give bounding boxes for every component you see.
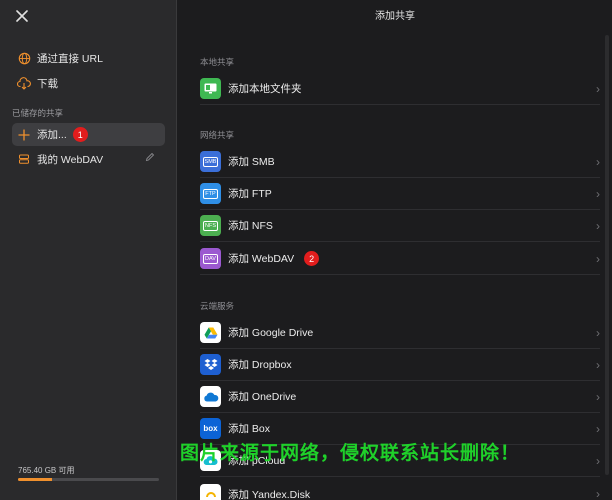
scrollbar[interactable] <box>605 35 609 475</box>
sidebar-item-webdav[interactable]: 我的 WebDAV <box>12 148 165 170</box>
storage-text: 765.40 GB 可用 <box>18 466 75 475</box>
sidebar-item-downloads[interactable]: 下载 <box>12 72 165 94</box>
row-label: 添加 WebDAV <box>228 253 295 265</box>
chevron-right-icon: › <box>596 82 600 96</box>
step-badge: 2 <box>304 251 320 266</box>
chevron-right-icon: › <box>596 155 600 169</box>
row-label: 添加本地文件夹 <box>228 83 302 95</box>
close-icon <box>16 10 28 22</box>
google-drive-icon <box>200 322 221 343</box>
section-network-heading: 网络共享 <box>200 130 235 140</box>
row-add-yandex-disk[interactable]: 添加 Yandex.Disk › <box>200 478 600 500</box>
storage-bar <box>18 478 159 481</box>
chevron-right-icon: › <box>596 252 600 266</box>
row-label: 添加 FTP <box>228 188 272 200</box>
row-label: 添加 Box <box>228 423 271 435</box>
ftp-icon: FTP <box>200 183 221 204</box>
row-add-nfs[interactable]: NFS 添加 NFS › <box>200 210 600 242</box>
row-label: 添加 NFS <box>228 220 273 232</box>
dropbox-icon <box>200 354 221 375</box>
chevron-right-icon: › <box>596 187 600 201</box>
main-panel: 添加共享 本地共享 添加本地文件夹 › 网络共享 SMB 添加 SMB › FT… <box>178 0 612 500</box>
server-icon <box>17 152 31 166</box>
smb-icon: SMB <box>200 151 221 172</box>
step-badge: 1 <box>72 127 88 142</box>
chevron-right-icon: › <box>596 326 600 340</box>
saved-shares-heading: 已储存的共享 <box>12 108 64 118</box>
page-title: 添加共享 <box>375 11 415 22</box>
watermark-text: 图片来源于网络，侵权联系站长删除！ <box>180 443 521 464</box>
globe-icon <box>17 51 31 65</box>
webdav-icon: DAV <box>200 248 221 269</box>
plus-icon <box>17 128 31 142</box>
chevron-right-icon: › <box>596 487 600 500</box>
cloud-download-icon <box>17 76 31 90</box>
row-label: 添加 Dropbox <box>228 359 292 371</box>
sidebar-item-label: 我的 WebDAV <box>37 153 104 166</box>
box-icon: box <box>200 418 221 439</box>
nfs-icon: NFS <box>200 215 221 236</box>
edit-icon[interactable] <box>145 152 157 164</box>
sidebar-item-label: 通过直接 URL <box>37 52 103 65</box>
onedrive-icon <box>200 386 221 407</box>
section-cloud-heading: 云端服务 <box>200 301 235 311</box>
chevron-right-icon: › <box>596 219 600 233</box>
sidebar-item-add[interactable]: 添加... 1 <box>12 123 165 146</box>
row-label: 添加 Google Drive <box>228 327 314 339</box>
row-add-dropbox[interactable]: 添加 Dropbox › <box>200 349 600 381</box>
row-add-ftp[interactable]: FTP 添加 FTP › <box>200 178 600 210</box>
yandex-disk-icon <box>200 483 221 500</box>
sidebar-item-label: 添加... <box>37 129 67 141</box>
section-local-heading: 本地共享 <box>200 57 235 67</box>
sidebar-item-label: 下载 <box>37 77 58 90</box>
sidebar: 通过直接 URL 下载 已储存的共享 添加... 1 我的 WebDAV 765… <box>0 0 177 500</box>
chevron-right-icon: › <box>596 358 600 372</box>
row-label: 添加 Yandex.Disk <box>228 488 311 500</box>
close-button[interactable] <box>12 6 32 26</box>
row-label: 添加 OneDrive <box>228 391 297 403</box>
row-add-webdav[interactable]: DAV 添加 WebDAV 2 › <box>200 243 600 275</box>
storage-bar-fill <box>18 478 52 481</box>
row-add-smb[interactable]: SMB 添加 SMB › <box>200 146 600 178</box>
sidebar-item-direct-url[interactable]: 通过直接 URL <box>12 47 165 69</box>
chevron-right-icon: › <box>596 422 600 436</box>
chevron-right-icon: › <box>596 390 600 404</box>
row-add-local-folder[interactable]: 添加本地文件夹 › <box>200 73 600 105</box>
folder-icon <box>200 78 221 99</box>
row-label: 添加 SMB <box>228 156 275 168</box>
row-add-google-drive[interactable]: 添加 Google Drive › <box>200 317 600 349</box>
row-add-onedrive[interactable]: 添加 OneDrive › <box>200 381 600 413</box>
